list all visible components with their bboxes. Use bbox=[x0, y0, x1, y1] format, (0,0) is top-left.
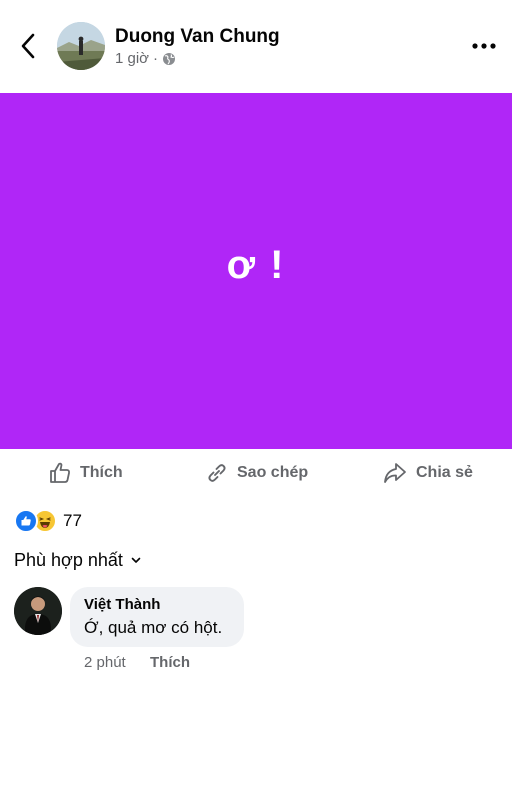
reaction-count: 77 bbox=[63, 511, 82, 530]
sort-label: Phù hợp nhất bbox=[14, 550, 123, 570]
like-button[interactable]: Thích bbox=[48, 459, 123, 487]
meta-separator: · bbox=[153, 50, 159, 67]
comment-bubble[interactable]: Việt Thành Ớ, quả mơ có hột. bbox=[70, 587, 244, 647]
post-action-bar: Thích Sao chép Chia sẻ bbox=[0, 449, 512, 497]
post-meta: 1 giờ · bbox=[115, 50, 176, 67]
like-reaction-icon bbox=[14, 509, 38, 533]
chevron-down-icon bbox=[131, 557, 141, 563]
author-name[interactable]: Duong Van Chung bbox=[115, 26, 280, 48]
back-button[interactable] bbox=[14, 30, 42, 62]
more-horizontal-icon bbox=[472, 43, 496, 49]
comment-sort-dropdown[interactable]: Phù hợp nhất bbox=[14, 550, 141, 571]
comment-author[interactable]: Việt Thành bbox=[84, 596, 160, 613]
chevron-left-icon bbox=[21, 33, 35, 59]
more-options-button[interactable] bbox=[466, 34, 502, 58]
copy-button[interactable]: Sao chép bbox=[205, 459, 308, 487]
share-button[interactable]: Chia sẻ bbox=[382, 459, 473, 487]
like-label: Thích bbox=[80, 464, 123, 481]
commenter-avatar[interactable] bbox=[14, 587, 62, 635]
share-arrow-icon bbox=[384, 463, 406, 483]
link-icon bbox=[208, 464, 226, 482]
post-timestamp: 1 giờ bbox=[115, 50, 150, 67]
avatar-photo bbox=[57, 22, 105, 70]
comment-timestamp: 2 phút bbox=[84, 654, 126, 671]
globe-icon bbox=[163, 52, 176, 65]
thumbs-up-icon bbox=[50, 462, 70, 483]
post-text-background[interactable]: ơ ! bbox=[0, 93, 512, 449]
author-avatar[interactable] bbox=[57, 22, 105, 70]
reactions-summary[interactable]: 77 bbox=[14, 509, 82, 533]
post-header: Duong Van Chung 1 giờ · bbox=[0, 0, 512, 92]
copy-label: Sao chép bbox=[237, 464, 309, 481]
post-detail-screen: Duong Van Chung 1 giờ · ơ ! Thích Sao ch… bbox=[0, 0, 512, 800]
post-text: ơ ! bbox=[226, 242, 286, 287]
commenter-photo bbox=[14, 587, 62, 635]
share-label: Chia sẻ bbox=[416, 464, 473, 481]
comment-like-button[interactable]: Thích bbox=[150, 654, 190, 671]
comment-text: Ớ, quả mơ có hột. bbox=[84, 618, 223, 637]
